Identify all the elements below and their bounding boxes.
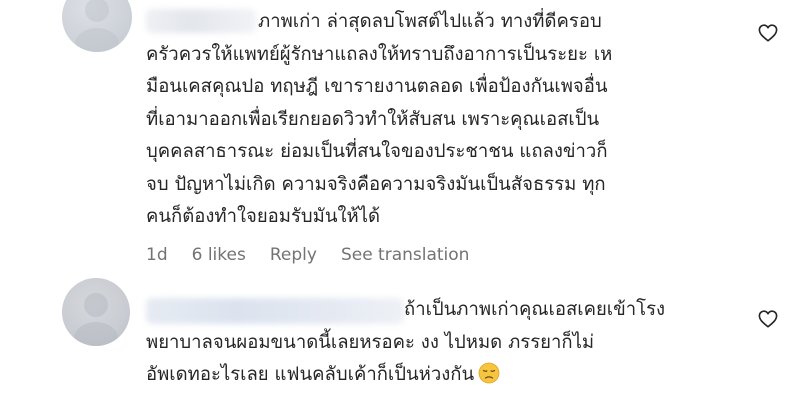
comment-text-line: จบ ปัญหาไม่เกิด ความจริงคือความจริงมันเป…: [146, 173, 606, 195]
comment-timestamp: 1d: [146, 245, 168, 265]
likes-count-link[interactable]: 6 likes: [192, 245, 246, 265]
comment-text-line: ที่เอามาออกเพื่อเรียกยอดวิวทำให้สับสน เพ…: [146, 108, 600, 130]
comment-text-line: พยาบาลจนผอมขนาดนี้เลยหรอคะ งง ไปหมด ภรรย…: [146, 331, 595, 353]
comment-meta: 1d 6 likes Reply See translation: [146, 245, 493, 265]
comment-text: ภาพเก่า ล่าสุดลบโพสต์ไปแล้ว ทางที่ดีครอบ…: [146, 6, 736, 234]
comment-text-line: ภาพเก่า ล่าสุดลบโพสต์ไปแล้ว ทางที่ดีครอบ: [258, 11, 602, 32]
comment-text-line: ถ้าเป็นภาพเก่าคุณเอสเคยเข้าโรง: [404, 299, 666, 320]
comment-text: ถ้าเป็นภาพเก่าคุณเอสเคยเข้าโรง พยาบาลจนผ…: [146, 294, 736, 392]
pensive-face-emoji: [478, 362, 500, 384]
comment-text-line: ครัวควรให้แพทย์ผู้รักษาแถลงให้ทราบถึงอาก…: [146, 43, 613, 65]
comment-text-line: มือนเคสคุณปอ ทฤษฎี เขารายงานตลอด เพื่อป้…: [146, 76, 608, 97]
comment-text-fragment: อัพเดทอะไรเลย แฟนคลับเค้าก็เป็นห่วงกัน: [146, 364, 475, 385]
comment-text-line: คนก็ต้องทำใจยอมรับมันให้ได้: [146, 206, 381, 227]
comment-text-line-last: อัพเดทอะไรเลย แฟนคลับเค้าก็เป็นห่วงกัน: [146, 359, 736, 392]
comment-text-line: บุคคลสาธารณะ ย่อมเป็นที่สนใจของประชาชน แ…: [146, 141, 608, 162]
heart-outline-icon[interactable]: [758, 24, 778, 42]
avatar[interactable]: [62, 278, 130, 346]
comments-section: ภาพเก่า ล่าสุดลบโพสต์ไปแล้ว ทางที่ดีครอบ…: [0, 0, 800, 404]
comment-item: ภาพเก่า ล่าสุดลบโพสต์ไปแล้ว ทางที่ดีครอบ…: [0, 0, 800, 276]
heart-outline-icon[interactable]: [758, 310, 778, 328]
comment-item: ถ้าเป็นภาพเก่าคุณเอสเคยเข้าโรง พยาบาลจนผ…: [0, 276, 800, 404]
avatar[interactable]: [62, 0, 132, 52]
reply-button[interactable]: Reply: [270, 245, 317, 265]
see-translation-link[interactable]: See translation: [341, 245, 470, 265]
